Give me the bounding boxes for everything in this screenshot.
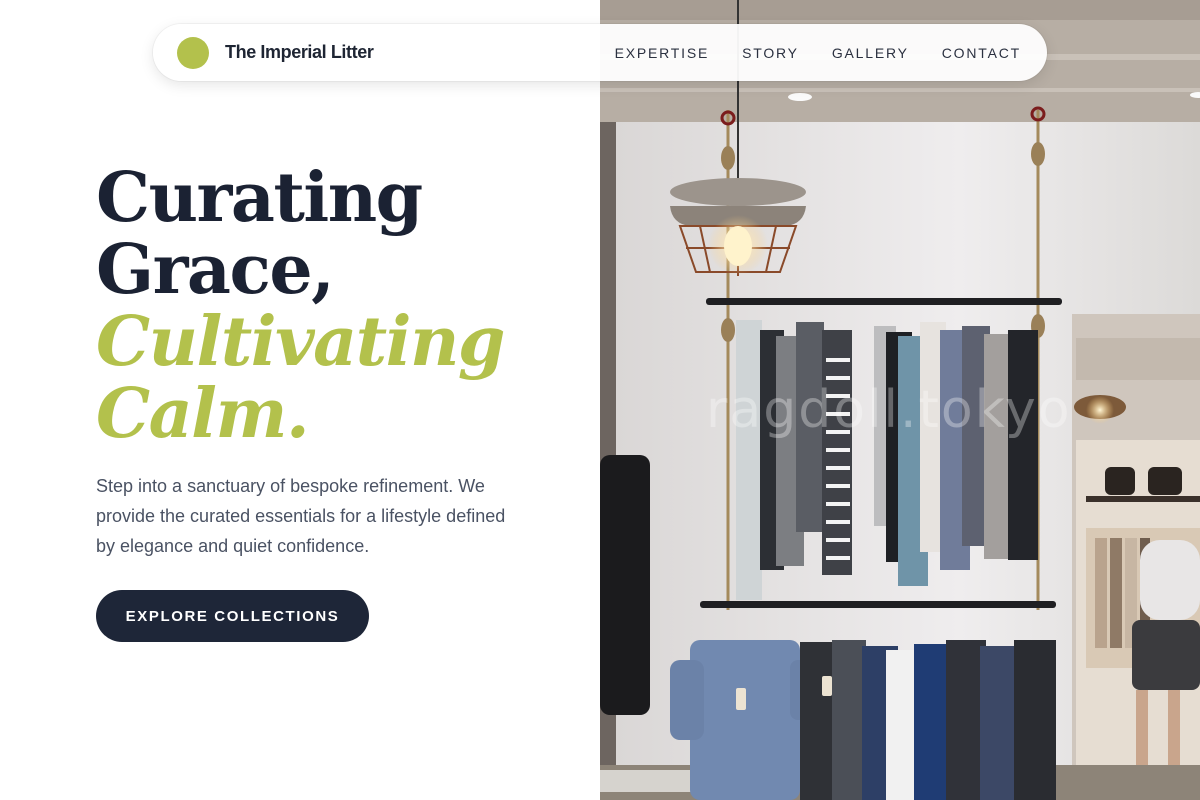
hero-title-accent-1: Cultivating <box>96 302 505 382</box>
brand[interactable]: The Imperial Litter <box>177 36 374 69</box>
hero-title-line-1: Curating <box>96 158 423 238</box>
brand-logo-icon <box>177 36 209 69</box>
nav-links: EXPERTISE STORY GALLERY CONTACT <box>615 45 1021 61</box>
brand-name: The Imperial Litter <box>225 42 374 62</box>
nav-link-contact[interactable]: CONTACT <box>942 45 1021 61</box>
explore-collections-button[interactable]: EXPLORE COLLECTIONS <box>96 590 369 642</box>
hero-title-accent-2: Calm. <box>96 374 310 454</box>
hero-description: Step into a sanctuary of bespoke refinem… <box>96 476 506 556</box>
hero-title: Curating Grace, Cultivating Calm. <box>96 162 576 450</box>
garments-upper <box>736 320 1038 600</box>
top-navbar: The Imperial Litter EXPERTISE STORY GALL… <box>153 24 1047 81</box>
photo-watermark: ragdoll.tokyo <box>706 380 1072 440</box>
nav-link-story[interactable]: STORY <box>742 45 799 61</box>
nav-link-expertise[interactable]: EXPERTISE <box>615 45 710 61</box>
hero-photo: ragdoll.tokyo <box>600 0 1200 800</box>
nav-link-gallery[interactable]: GALLERY <box>832 45 909 61</box>
hero-title-line-2: Grace, <box>96 230 335 310</box>
garments-lower <box>670 640 1056 800</box>
